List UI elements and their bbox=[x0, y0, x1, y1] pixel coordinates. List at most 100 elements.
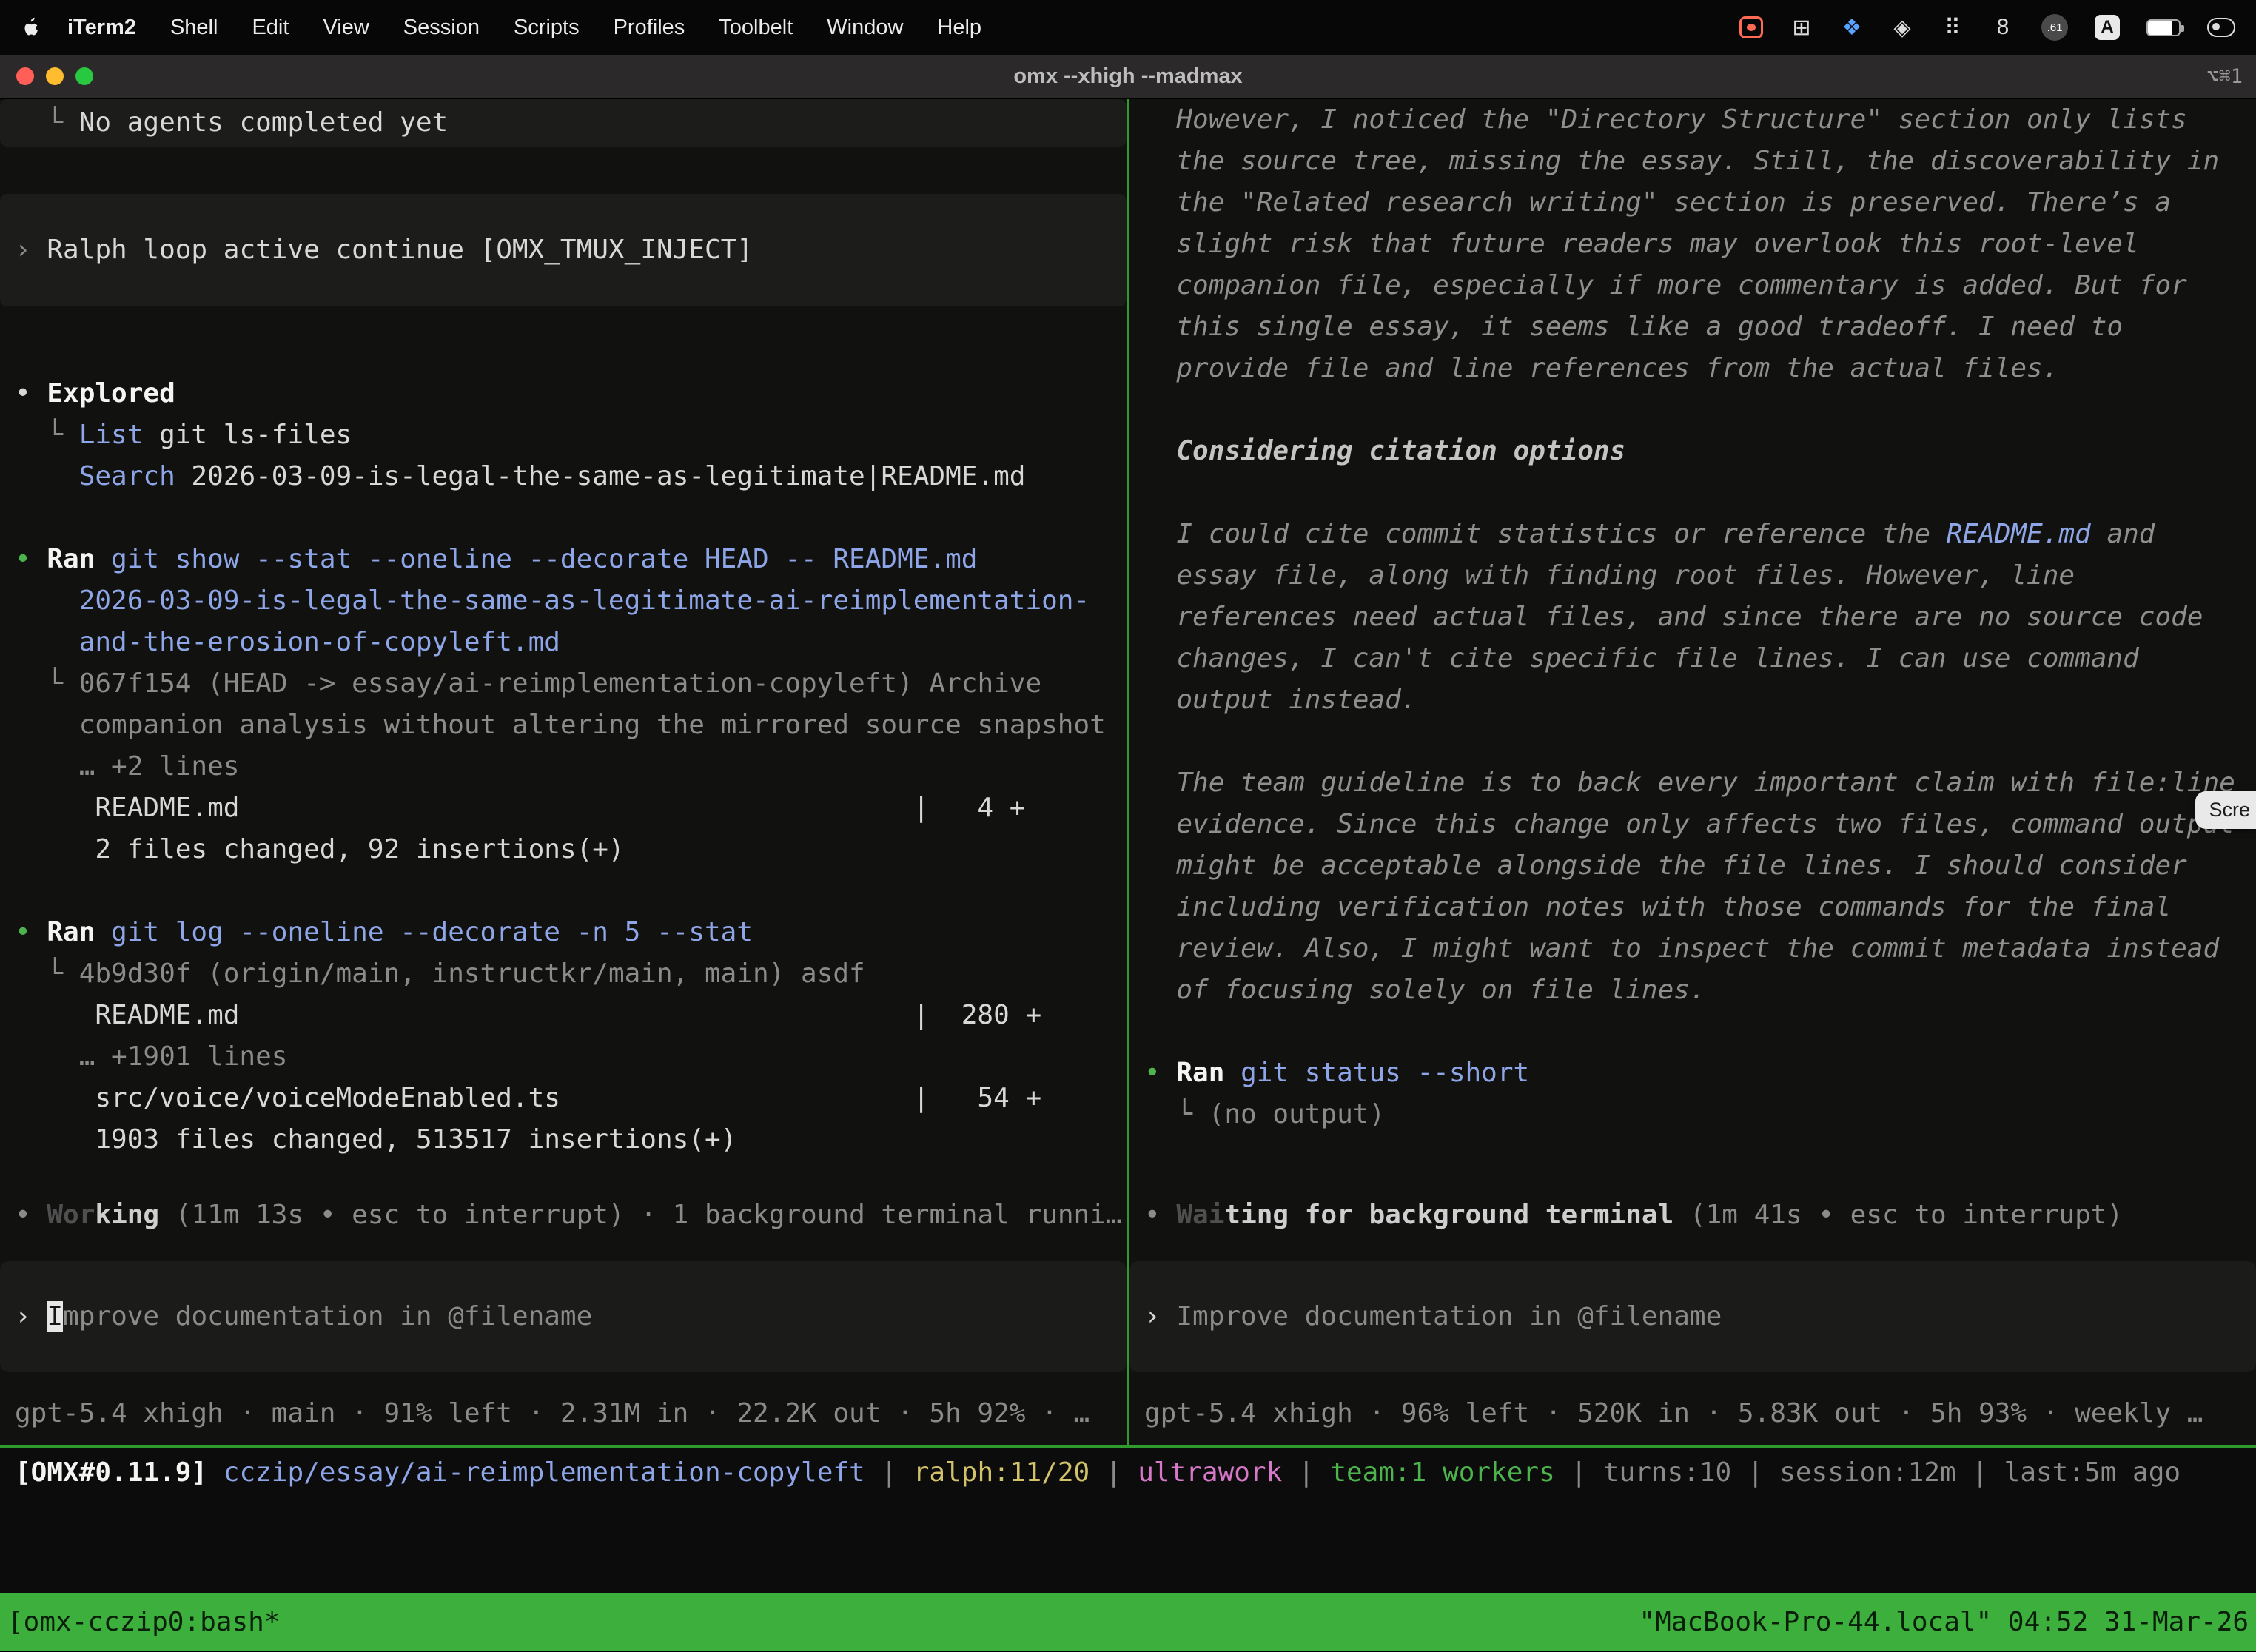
text-segment: └ bbox=[15, 107, 79, 138]
text-segment: Ran bbox=[1176, 1058, 1241, 1088]
menu-item-help[interactable]: Help bbox=[920, 16, 998, 39]
text-segment: the "Related research writing" section i… bbox=[1144, 187, 2171, 218]
terminal-line: essay file, along with finding root file… bbox=[1129, 555, 2256, 597]
terminal-line: └ List git ls-files bbox=[0, 414, 1127, 456]
menu-item-profiles[interactable]: Profiles bbox=[597, 16, 702, 39]
text-segment: List bbox=[79, 420, 144, 450]
terminal-line: companion file, especially if more comme… bbox=[1129, 265, 2256, 306]
blue-app-icon[interactable]: ❖ bbox=[1840, 15, 1864, 41]
menu-item-window[interactable]: Window bbox=[810, 16, 920, 39]
terminal-line: └ 4b9d30f (origin/main, instructkr/main,… bbox=[0, 953, 1127, 995]
text-segment: and bbox=[2091, 519, 2155, 549]
terminal-line bbox=[0, 870, 1127, 912]
terminal-line bbox=[1129, 1011, 2256, 1052]
text-segment: git log --oneline --decorate -n 5 --stat bbox=[111, 917, 753, 947]
left-status-line: gpt-5.4 xhigh · main · 91% left · 2.31M … bbox=[0, 1393, 1127, 1434]
menu-item-session[interactable]: Session bbox=[386, 16, 497, 39]
terminal-line: Considering citation options bbox=[1129, 431, 2256, 472]
text-segment: Search bbox=[79, 461, 175, 491]
text-segment: └ bbox=[1144, 1099, 1209, 1129]
menu-item-toolbelt[interactable]: Toolbelt bbox=[702, 16, 810, 39]
terminal-line bbox=[1129, 721, 2256, 762]
keyboard-grid-icon[interactable]: ⊞ bbox=[1790, 15, 1813, 41]
dark-app-icon[interactable]: ◈ bbox=[1890, 15, 1914, 41]
text-segment: • bbox=[15, 378, 47, 409]
input-source-icon[interactable]: A bbox=[2095, 15, 2120, 40]
text-segment: 067f154 (HEAD -> essay/ai-reimplementati… bbox=[79, 668, 1041, 699]
menu-item-iterm2[interactable]: iTerm2 bbox=[50, 16, 153, 39]
left-input-box[interactable]: › Improve documentation in @filename bbox=[0, 1261, 1127, 1372]
terminal-line: the "Related research writing" section i… bbox=[1129, 182, 2256, 224]
text-segment: essay file, along with finding root file… bbox=[1144, 560, 2075, 591]
battery-icon[interactable] bbox=[2146, 19, 2181, 36]
text-segment: cczip/essay/ai-reimplementation-copyleft bbox=[224, 1457, 865, 1488]
text-segment: | bbox=[1956, 1457, 2004, 1488]
text-segment: this single essay, it seems like a good … bbox=[1144, 312, 2123, 342]
tmux-status-bar: [omx-cczip0:bash* "MacBook-Pro-44.local"… bbox=[0, 1593, 2256, 1651]
text-segment: Ran bbox=[47, 544, 111, 574]
text-segment: (no output) bbox=[1209, 1099, 1385, 1129]
terminal-line: › Ralph loop active continue [OMX_TMUX_I… bbox=[0, 229, 1127, 271]
apple-menu-icon[interactable] bbox=[21, 16, 50, 38]
circle-badge-icon[interactable]: .61 bbox=[2041, 14, 2068, 41]
control-center-icon[interactable] bbox=[2207, 18, 2235, 37]
terminal-line: I could cite commit statistics or refere… bbox=[1129, 514, 2256, 555]
text-segment: ralph:11/20 bbox=[913, 1457, 1090, 1488]
terminal-line: • Waiting for background terminal (1m 41… bbox=[1129, 1195, 2256, 1236]
left-pane-scroll: └ No agents completed yet› Ralph loop ac… bbox=[0, 99, 1127, 1189]
tmux-host-clock-label: "MacBook-Pro-44.local" 04:52 31-Mar-26 bbox=[1639, 1607, 2249, 1637]
menu-item-view[interactable]: View bbox=[306, 16, 386, 39]
text-segment: | bbox=[1731, 1457, 1779, 1488]
screen-recording-stop-icon[interactable] bbox=[1739, 16, 1763, 38]
text-segment: | bbox=[1090, 1457, 1138, 1488]
app-8-icon[interactable]: 8 bbox=[1991, 15, 2015, 40]
terminal-line: output instead. bbox=[1129, 679, 2256, 721]
terminal-line: changes, I can't cite specific file line… bbox=[1129, 638, 2256, 679]
terminal-line: README.md | 4 + bbox=[0, 788, 1127, 829]
close-button[interactable] bbox=[16, 67, 34, 85]
terminal-line: slight risk that future readers may over… bbox=[1129, 224, 2256, 265]
menu-item-scripts[interactable]: Scripts bbox=[497, 16, 597, 39]
right-terminal-pane[interactable]: However, I noticed the "Directory Struct… bbox=[1129, 99, 2256, 1445]
menu-item-edit[interactable]: Edit bbox=[235, 16, 306, 39]
zoom-button[interactable] bbox=[75, 67, 93, 85]
text-segment: gpt-5.4 xhigh · main · 91% left · 2.31M … bbox=[15, 1398, 1090, 1428]
text-segment: I bbox=[47, 1301, 63, 1332]
terminal-line: review. Also, I might want to inspect th… bbox=[1129, 928, 2256, 970]
traffic-lights bbox=[0, 67, 93, 85]
text-segment: • bbox=[15, 917, 47, 947]
left-terminal-pane[interactable]: └ No agents completed yet› Ralph loop ac… bbox=[0, 99, 1127, 1445]
screen-edge-button[interactable]: Scre bbox=[2195, 791, 2256, 829]
right-input-box[interactable]: › Improve documentation in @filename bbox=[1129, 1261, 2256, 1372]
text-segment: references need actual files, and since … bbox=[1144, 602, 2203, 632]
left-pane-footer: • Working (11m 13s • esc to interrupt) ·… bbox=[0, 1189, 1127, 1445]
terminal-line: of focusing solely on file lines. bbox=[1129, 970, 2256, 1011]
text-segment: companion analysis without altering the … bbox=[15, 710, 1106, 740]
text-segment: └ bbox=[15, 958, 79, 989]
text-segment: mprove documentation in @filename bbox=[63, 1301, 592, 1332]
terminal-line: README.md | 280 + bbox=[0, 995, 1127, 1036]
terminal-line: • Explored bbox=[0, 373, 1127, 414]
text-segment: … +1901 lines bbox=[15, 1041, 287, 1072]
text-segment: and-the-erosion-of-copyleft.md bbox=[15, 627, 560, 657]
text-segment bbox=[15, 461, 79, 491]
text-segment: 2026-03-09-is-legal-the-same-as-legitima… bbox=[15, 585, 1090, 616]
text-segment: README.md | 4 + bbox=[15, 793, 1025, 823]
text-segment: src/voice/voiceModeEnabled.ts | 54 + bbox=[15, 1083, 1041, 1113]
text-segment: might be acceptable alongside the file l… bbox=[1144, 850, 2187, 881]
terminal-line: gpt-5.4 xhigh · 96% left · 520K in · 5.8… bbox=[1129, 1393, 2256, 1434]
terminal-line: Search 2026-03-09-is-legal-the-same-as-l… bbox=[0, 456, 1127, 497]
text-segment: | bbox=[1555, 1457, 1603, 1488]
window-title-bar[interactable]: omx --xhigh --madmax ⌥⌘1 bbox=[0, 55, 2256, 99]
omx-session-pane: [OMX#0.11.9] cczip/essay/ai-reimplementa… bbox=[0, 1448, 2256, 1593]
terminal-line: provide file and line references from th… bbox=[1129, 348, 2256, 389]
text-segment: • bbox=[1144, 1058, 1176, 1088]
text-segment: git ls-files bbox=[143, 420, 352, 450]
dots-grid-icon[interactable]: ⠿ bbox=[1941, 15, 1964, 41]
text-segment: output instead. bbox=[1144, 685, 1417, 715]
menu-item-shell[interactable]: Shell bbox=[153, 16, 235, 39]
terminal-line: the source tree, missing the essay. Stil… bbox=[1129, 141, 2256, 182]
minimize-button[interactable] bbox=[46, 67, 64, 85]
text-segment: changes, I can't cite specific file line… bbox=[1144, 643, 2139, 674]
right-activity-line: • Waiting for background terminal (1m 41… bbox=[1129, 1195, 2256, 1236]
